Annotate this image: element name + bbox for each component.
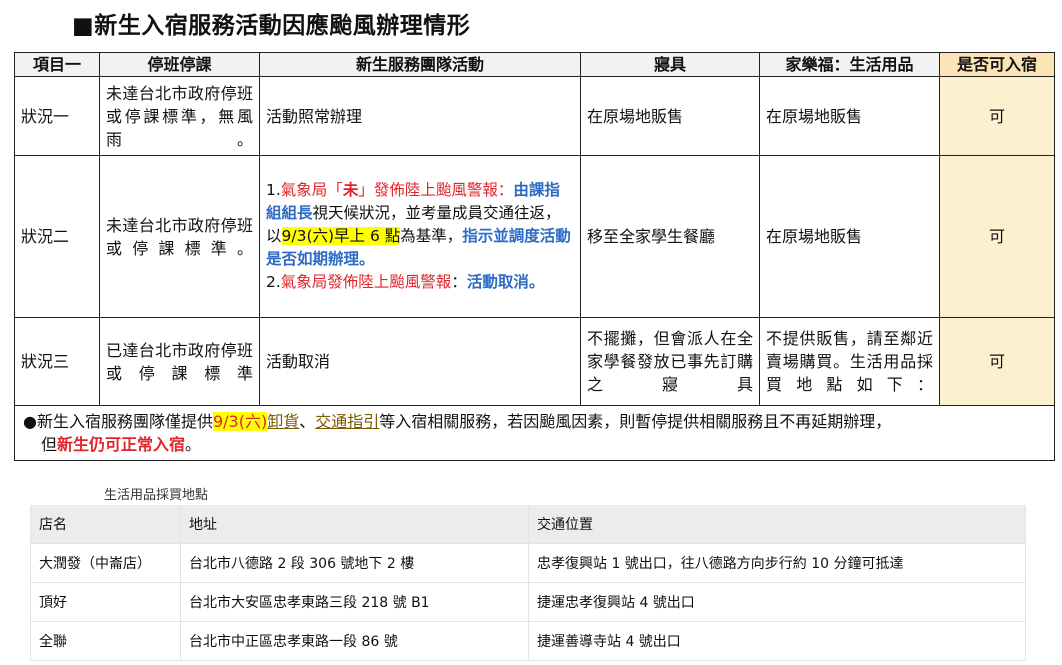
row-item: 狀況一	[14, 76, 100, 156]
note-text: 但	[41, 435, 58, 454]
header-item: 項目一	[14, 52, 100, 77]
note-text: 等入宿相關服務，若因颱風因素，則暫停提供相關服務且不再延期辦理，	[379, 412, 892, 431]
typhoon-plan-table: 項目一 停班停課 新生服務團隊活動 寢具 家樂福：生活用品 是否可入宿 狀況一 …	[14, 52, 1055, 461]
row-goods: 在原場地販售	[759, 155, 940, 318]
shop-header-name: 店名	[30, 505, 181, 544]
row-condition: 已達台北市政府停班或停課標準	[99, 317, 260, 406]
row-checkin: 可	[939, 317, 1055, 406]
shop-transport: 捷運善導寺站 4 號出口	[528, 621, 1026, 661]
header-closure: 停班停課	[99, 52, 260, 77]
page-title: ■新生入宿服務活動因應颱風辦理情形	[72, 13, 471, 39]
activity-text: 為基準，	[400, 227, 463, 245]
row-goods: 不提供販售，請至鄰近賣場購買。生活用品採買地點如下：	[759, 317, 940, 406]
shop-row: 大潤發（中崙店） 台北市八德路 2 段 306 號地下 2 樓 忠孝復興站 1 …	[30, 543, 1026, 583]
highlighted-date: 9/3(六)	[212, 412, 268, 431]
shop-name: 大潤發（中崙店）	[30, 543, 181, 583]
shop-address: 台北市八德路 2 段 306 號地下 2 樓	[180, 543, 529, 583]
shop-transport: 捷運忠孝復興站 4 號出口	[528, 582, 1026, 622]
note-row: ●新生入宿服務團隊僅提供9/3(六)卸貨、交通指引等入宿相關服務，若因颱風因素，…	[14, 405, 1055, 461]
row-checkin: 可	[939, 155, 1055, 318]
header-bedding: 寢具	[580, 52, 760, 77]
shop-address: 台北市大安區忠孝東路三段 218 號 B1	[180, 582, 529, 622]
note-text: 。	[185, 435, 202, 454]
row-activity: 活動取消	[259, 317, 581, 406]
shop-row: 頂好 台北市大安區忠孝東路三段 218 號 B1 捷運忠孝復興站 4 號出口	[30, 582, 1026, 622]
warning-text: 氣象局發佈陸上颱風警報	[280, 273, 452, 291]
row-checkin: 可	[939, 76, 1055, 156]
row-condition: 未達台北市政府停班或停課標準。	[99, 155, 260, 318]
warning-text: 」發佈陸上颱風警報：	[358, 181, 514, 199]
table-row: 狀況一 未達台北市政府停班或停課標準，無風雨。 活動照常辦理 在原場地販售 在原…	[14, 76, 1055, 156]
row-bedding: 不擺攤，但會派人在全家學餐發放已事先訂購之寢具	[580, 317, 760, 406]
shop-header-row: 店名 地址 交通位置	[30, 505, 1026, 544]
shop-transport: 忠孝復興站 1 號出口，往八德路方向步行約 10 分鐘可抵達	[528, 543, 1026, 583]
shop-section-title: 生活用品採買地點	[104, 488, 209, 503]
row-goods: 在原場地販售	[759, 76, 940, 156]
shop-table: 店名 地址 交通位置 大潤發（中崙店） 台北市八德路 2 段 306 號地下 2…	[30, 505, 1026, 661]
note-text: 、	[299, 412, 316, 431]
row-activity: 活動照常辦理	[259, 76, 581, 156]
table-row: 狀況二 未達台北市政府停班或停課標準。 1.氣象局「未」發佈陸上颱風警報：由課指…	[14, 155, 1055, 318]
warning-not-text: 未	[342, 181, 359, 199]
row-condition: 未達台北市政府停班或停課標準，無風雨。	[99, 76, 260, 156]
note-underlined: 交通指引	[315, 412, 380, 431]
row-item: 狀況三	[14, 317, 100, 406]
shop-name: 全聯	[30, 621, 181, 661]
table-row: 狀況三 已達台北市政府停班或停課標準 活動取消 不擺攤，但會派人在全家學餐發放已…	[14, 317, 1055, 406]
activity-num-1: 1.	[266, 181, 281, 199]
row-activity: 1.氣象局「未」發佈陸上颱風警報：由課指組組長視天候狀況，並考量成員交通往返，以…	[259, 155, 581, 318]
shop-header-transport: 交通位置	[528, 505, 1026, 544]
row-bedding: 移至全家學生餐廳	[580, 155, 760, 318]
note-cell: ●新生入宿服務團隊僅提供9/3(六)卸貨、交通指引等入宿相關服務，若因颱風因素，…	[14, 405, 1055, 461]
header-goods: 家樂福：生活用品	[759, 52, 940, 77]
highlighted-time: 9/3(六)早上 6 點	[281, 227, 401, 245]
shop-row: 全聯 台北市中正區忠孝東路一段 86 號 捷運善導寺站 4 號出口	[30, 621, 1026, 661]
activity-num-2: 2.	[266, 273, 281, 291]
activity-text: ：	[451, 273, 467, 291]
table-header-row: 項目一 停班停課 新生服務團隊活動 寢具 家樂福：生活用品 是否可入宿	[14, 52, 1055, 77]
shop-name: 頂好	[30, 582, 181, 622]
note-emphasis: 新生仍可正常入宿	[57, 435, 186, 454]
header-activity: 新生服務團隊活動	[259, 52, 581, 77]
row-bedding: 在原場地販售	[580, 76, 760, 156]
instruction-text: 活動取消。	[466, 273, 545, 291]
row-item: 狀況二	[14, 155, 100, 318]
shop-address: 台北市中正區忠孝東路一段 86 號	[180, 621, 529, 661]
note-underlined: 卸貨	[267, 412, 300, 431]
shop-header-address: 地址	[180, 505, 529, 544]
warning-text: 氣象局「	[280, 181, 343, 199]
bullet-icon: ●	[23, 412, 37, 431]
header-checkin: 是否可入宿	[939, 52, 1055, 77]
note-text: 新生入宿服務團隊僅提供	[36, 412, 213, 431]
